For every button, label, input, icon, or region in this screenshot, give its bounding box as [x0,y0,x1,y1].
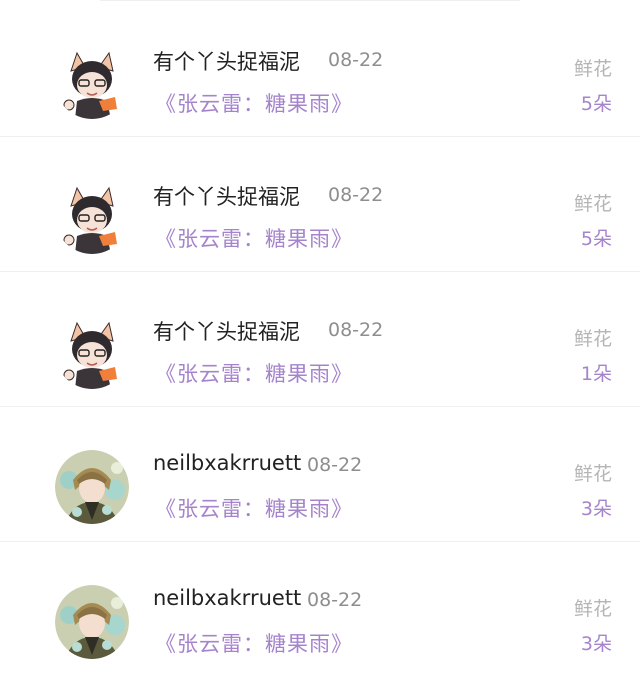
gift-record-row[interactable]: 有个丫头捉福泥 08-22 《张云雷：糖果雨》 鲜花 5朵 [0,137,640,272]
cartoon-fox-ear-boy-avatar-icon[interactable] [55,180,129,254]
user-name[interactable]: 有个丫头捉福泥 [153,181,300,211]
anime-boy-flowers-avatar-icon[interactable] [55,450,129,524]
gift-count: 1朵 [580,363,612,385]
cartoon-fox-ear-boy-avatar-icon[interactable] [55,45,129,119]
post-date: 08-22 [307,454,363,476]
gift-count: 5朵 [580,228,612,250]
top-divider [100,0,520,1]
gift-count: 5朵 [580,93,612,115]
song-title-link[interactable]: 《张云雷：糖果雨》 [155,628,353,658]
song-title-link[interactable]: 《张云雷：糖果雨》 [155,88,353,118]
gift-type-label: 鲜花 [573,463,612,485]
gift-record-list: 有个丫头捉福泥 08-22 《张云雷：糖果雨》 鲜花 5朵 有个丫头捉福泥 08… [0,2,640,677]
gift-type-label: 鲜花 [573,193,612,215]
gift-count: 3朵 [580,498,612,520]
cartoon-fox-ear-boy-avatar-icon[interactable] [55,315,129,389]
gift-record-row[interactable]: neilbxakrruett 08-22 《张云雷：糖果雨》 鲜花 3朵 [0,407,640,542]
gift-record-row[interactable]: 有个丫头捉福泥 08-22 《张云雷：糖果雨》 鲜花 5朵 [0,2,640,137]
gift-record-row[interactable]: neilbxakrruett 08-22 《张云雷：糖果雨》 鲜花 3朵 [0,542,640,677]
user-name[interactable]: 有个丫头捉福泥 [153,316,300,346]
gift-record-row[interactable]: 有个丫头捉福泥 08-22 《张云雷：糖果雨》 鲜花 1朵 [0,272,640,407]
anime-boy-flowers-avatar-icon[interactable] [55,585,129,659]
gift-count: 3朵 [580,633,612,655]
user-name[interactable]: 有个丫头捉福泥 [153,46,300,76]
song-title-link[interactable]: 《张云雷：糖果雨》 [155,223,353,253]
post-date: 08-22 [328,319,384,341]
song-title-link[interactable]: 《张云雷：糖果雨》 [155,358,353,388]
song-title-link[interactable]: 《张云雷：糖果雨》 [155,493,353,523]
gift-type-label: 鲜花 [573,598,612,620]
gift-records-screen: 有个丫头捉福泥 08-22 《张云雷：糖果雨》 鲜花 5朵 有个丫头捉福泥 08… [0,0,640,679]
user-name[interactable]: neilbxakrruett [153,586,301,610]
post-date: 08-22 [328,49,384,71]
post-date: 08-22 [307,589,363,611]
gift-type-label: 鲜花 [573,58,612,80]
post-date: 08-22 [328,184,384,206]
gift-type-label: 鲜花 [573,328,612,350]
user-name[interactable]: neilbxakrruett [153,451,301,475]
